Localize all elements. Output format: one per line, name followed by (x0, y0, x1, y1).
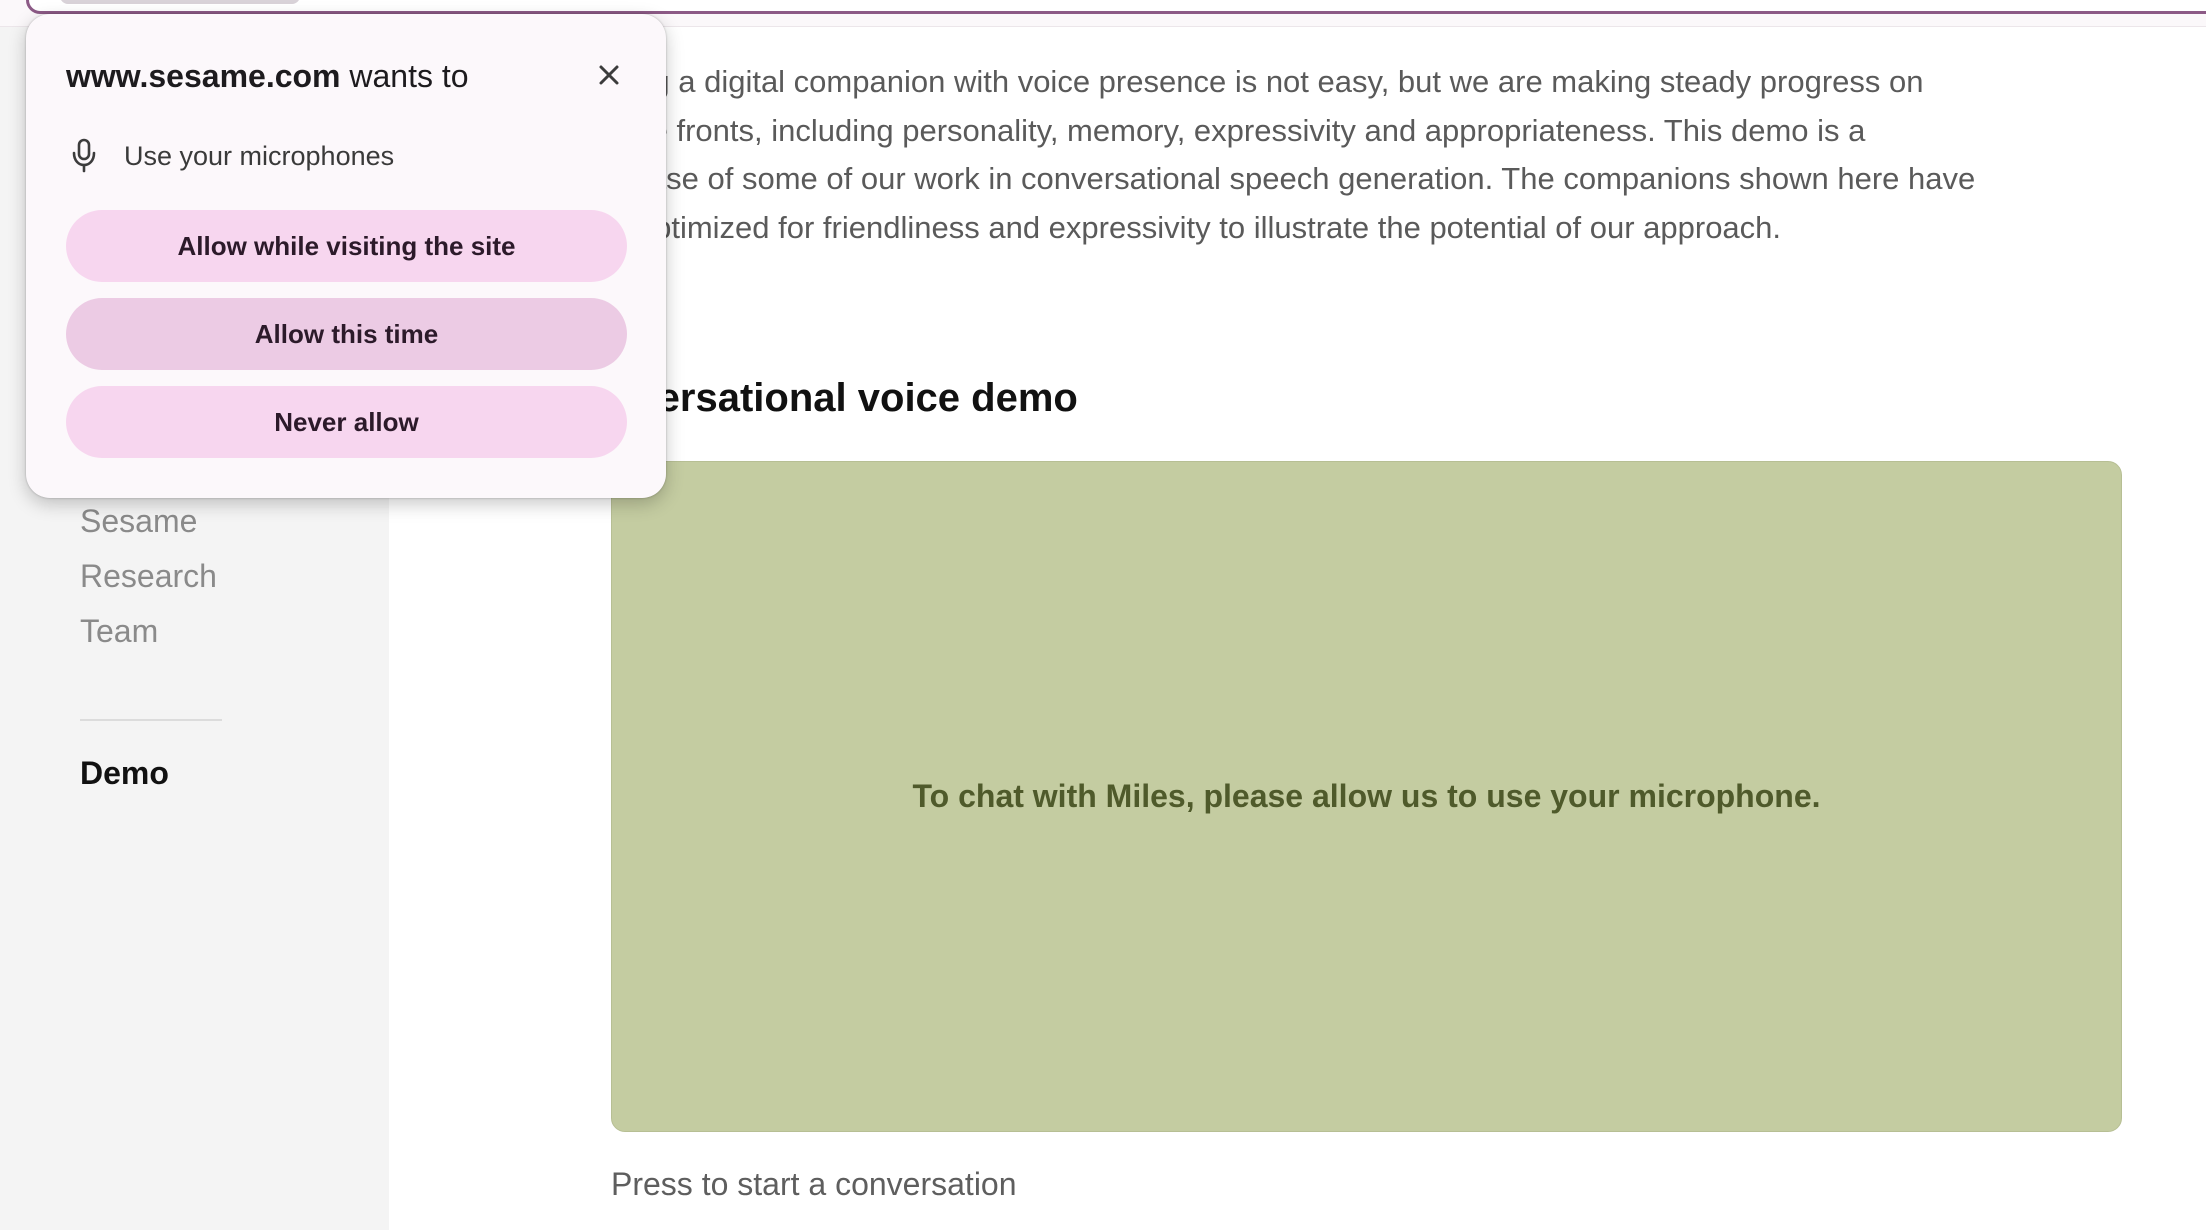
permission-label: Use your microphones (124, 140, 395, 171)
section-title: nversational voice demo (611, 376, 1078, 420)
allow-this-time-button[interactable]: Allow this time (66, 298, 627, 370)
site-info-chip[interactable] (60, 0, 300, 4)
sidebar-item-research[interactable]: Research (80, 558, 217, 595)
permission-dialog: www.sesame.com wants to Use your microph… (26, 14, 666, 498)
intro-line: wcase of some of our work in conversatio… (611, 161, 1976, 196)
permission-request-row: Use your microphones (70, 138, 394, 174)
never-allow-button[interactable]: Never allow (66, 386, 627, 458)
allow-while-visiting-button[interactable]: Allow while visiting the site (66, 210, 627, 282)
permission-dialog-title: www.sesame.com wants to (66, 58, 469, 95)
intro-paragraph: ding a digital companion with voice pres… (611, 58, 2131, 252)
close-icon[interactable] (592, 58, 626, 92)
start-conversation-prompt[interactable]: Press to start a conversation (611, 1166, 1017, 1203)
intro-line: ding a digital companion with voice pres… (611, 64, 1924, 99)
address-bar[interactable] (26, 0, 2206, 14)
intro-line: n optimized for friendliness and express… (611, 209, 1782, 245)
voice-demo-panel[interactable]: To chat with Miles, please allow us to u… (611, 461, 2122, 1132)
sidebar-divider (80, 719, 222, 721)
sidebar-item-demo[interactable]: Demo (80, 755, 169, 792)
sidebar-item-team[interactable]: Team (80, 613, 158, 650)
intro-line: tiple fronts, including personality, mem… (611, 112, 1866, 148)
microphone-request-message: To chat with Miles, please allow us to u… (912, 778, 1821, 814)
permission-title-suffix: wants to (340, 58, 469, 94)
permission-site-name: www.sesame.com (66, 58, 341, 94)
microphone-icon (70, 138, 98, 174)
browser-viewport: Sesame Research Team Demo ding a digital… (0, 0, 2206, 1230)
sidebar-item-sesame[interactable]: Sesame (80, 503, 197, 540)
